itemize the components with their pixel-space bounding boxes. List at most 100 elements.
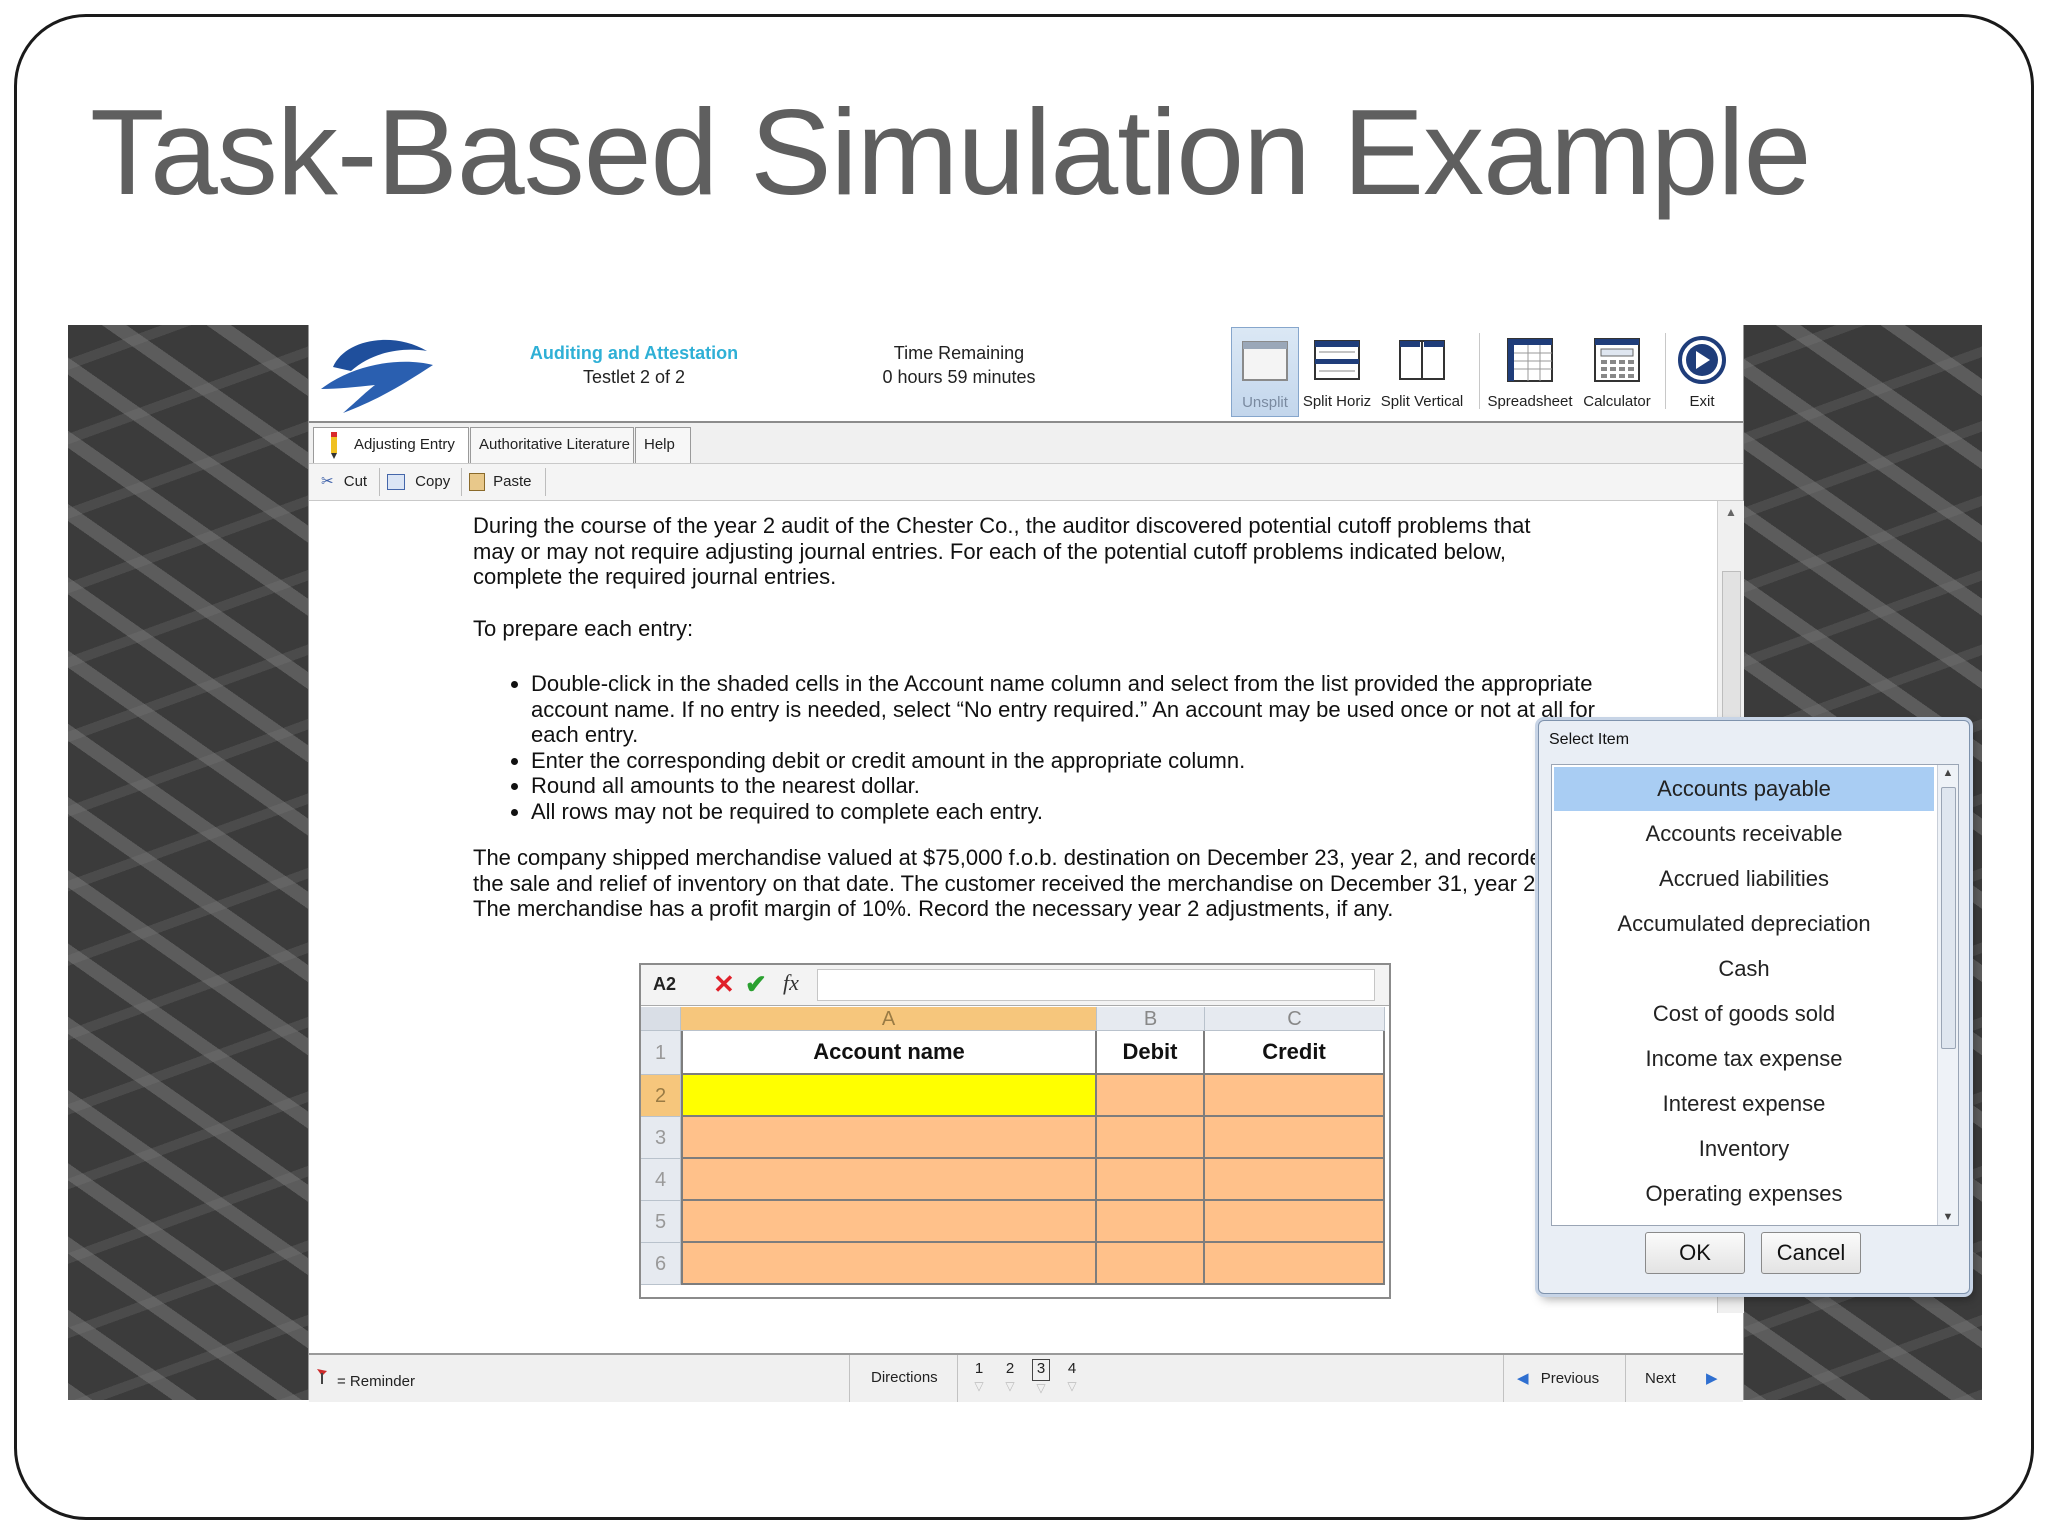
page-flag-icon: ▽ <box>974 1379 984 1393</box>
option-accumulated-depreciation[interactable]: Accumulated depreciation <box>1554 902 1934 946</box>
header-credit: Credit <box>1205 1031 1385 1075</box>
page-number: 1 <box>974 1360 984 1377</box>
row-header[interactable]: 3 <box>641 1117 681 1159</box>
function-fx-icon: fx <box>783 970 799 995</box>
dialog-scrollbar-thumb[interactable] <box>1941 787 1956 1049</box>
scissors-icon: ✂ <box>321 473 334 490</box>
reminder-legend: = Reminder <box>337 1373 415 1390</box>
option-accrued-liabilities[interactable]: Accrued liabilities <box>1554 857 1934 901</box>
footer-divider <box>849 1355 850 1402</box>
account-name-cell[interactable] <box>681 1243 1097 1285</box>
option-accounts-receivable[interactable]: Accounts receivable <box>1554 812 1934 856</box>
scroll-up-arrow-icon[interactable]: ▲ <box>1718 505 1744 519</box>
option-cost-of-goods-sold[interactable]: Cost of goods sold <box>1554 992 1934 1036</box>
scroll-down-arrow-icon[interactable]: ▼ <box>1938 1211 1958 1223</box>
split-vertical-button[interactable]: Split Vertical <box>1377 327 1467 417</box>
tab-adjusting-entry[interactable]: Adjusting Entry <box>313 427 469 463</box>
unsplit-button[interactable]: Unsplit <box>1231 327 1299 417</box>
option-interest-expense[interactable]: Interest expense <box>1554 1082 1934 1126</box>
spreadsheet-button[interactable]: Spreadsheet <box>1485 327 1575 417</box>
row-header[interactable]: 4 <box>641 1159 681 1201</box>
split-vertical-label: Split Vertical <box>1380 393 1464 410</box>
cut-button[interactable]: ✂ Cut <box>321 470 367 494</box>
tab-bar: Adjusting Entry Authoritative Literature… <box>309 423 1743 463</box>
unsplit-label: Unsplit <box>1242 394 1288 411</box>
page-number-current: 3 <box>1032 1359 1050 1381</box>
credit-cell[interactable] <box>1205 1243 1385 1285</box>
instruction-item: Round all amounts to the nearest dollar. <box>531 773 1631 799</box>
next-arrow-icon: ▶ <box>1706 1370 1718 1387</box>
debit-cell[interactable] <box>1097 1075 1205 1117</box>
row-header[interactable]: 1 <box>641 1031 681 1075</box>
account-options-list[interactable]: Accounts payable Accounts receivable Acc… <box>1551 764 1959 1226</box>
header-debit: Debit <box>1097 1031 1205 1075</box>
paste-icon <box>469 473 485 492</box>
page-3-button[interactable]: 3 ▽ <box>1029 1359 1053 1397</box>
copy-button[interactable]: Copy <box>387 470 450 494</box>
instruction-item: All rows may not be required to complete… <box>531 799 1631 825</box>
credit-cell[interactable] <box>1205 1201 1385 1243</box>
prepare-heading: To prepare each entry: <box>473 616 694 641</box>
next-button[interactable]: Next ▶ <box>1645 1369 1718 1387</box>
cancel-x-icon[interactable]: ✕ <box>713 969 735 1000</box>
row-header[interactable]: 6 <box>641 1243 681 1285</box>
copy-label: Copy <box>415 473 451 490</box>
page-4-button[interactable]: 4 ▽ <box>1060 1359 1084 1397</box>
page-2-button[interactable]: 2 ▽ <box>998 1359 1022 1397</box>
credit-cell[interactable] <box>1205 1075 1385 1117</box>
account-name-cell[interactable] <box>681 1159 1097 1201</box>
page-1-button[interactable]: 1 ▽ <box>967 1359 991 1397</box>
ok-button[interactable]: OK <box>1645 1232 1745 1274</box>
dialog-scrollbar[interactable]: ▲ ▼ <box>1937 765 1958 1225</box>
tab-authoritative-literature-label: Authoritative Literature <box>479 436 630 453</box>
page-flag-icon: ▽ <box>1067 1379 1077 1393</box>
tab-help[interactable]: Help <box>635 427 691 463</box>
credit-cell[interactable] <box>1205 1117 1385 1159</box>
formula-input[interactable] <box>817 969 1375 1001</box>
column-header-c[interactable]: C <box>1205 1007 1385 1031</box>
debit-cell[interactable] <box>1097 1243 1205 1285</box>
aicpa-logo-icon <box>321 339 433 413</box>
debit-cell[interactable] <box>1097 1117 1205 1159</box>
option-accounts-payable[interactable]: Accounts payable <box>1554 767 1934 811</box>
row-header[interactable]: 5 <box>641 1201 681 1243</box>
copy-icon <box>387 474 405 491</box>
option-inventory[interactable]: Inventory <box>1554 1127 1934 1171</box>
paste-button[interactable]: Paste <box>469 470 532 494</box>
cell-reference: A2 <box>653 974 677 994</box>
debit-cell[interactable] <box>1097 1201 1205 1243</box>
directions-button[interactable]: Directions <box>871 1369 938 1386</box>
time-remaining-label: Time Remaining <box>893 343 1025 363</box>
confirm-check-icon[interactable]: ✔ <box>745 969 767 1000</box>
column-header-a[interactable]: A <box>681 1007 1097 1031</box>
edit-divider <box>461 468 462 496</box>
spreadsheet-label: Spreadsheet <box>1487 393 1573 410</box>
option-income-tax-expense[interactable]: Income tax expense <box>1554 1037 1934 1081</box>
select-all-corner[interactable] <box>641 1007 681 1031</box>
cancel-button[interactable]: Cancel <box>1761 1232 1861 1274</box>
exit-button[interactable]: Exit <box>1671 327 1733 417</box>
calculator-button[interactable]: Calculator <box>1579 327 1655 417</box>
scroll-up-arrow-icon[interactable]: ▲ <box>1938 767 1958 779</box>
previous-button[interactable]: ◀ Previous <box>1517 1369 1599 1387</box>
unsplit-icon <box>1242 341 1288 381</box>
debit-cell[interactable] <box>1097 1159 1205 1201</box>
previous-arrow-icon: ◀ <box>1517 1370 1529 1387</box>
split-horizontal-button[interactable]: Split Horiz <box>1301 327 1373 417</box>
option-cash[interactable]: Cash <box>1554 947 1934 991</box>
account-name-cell[interactable] <box>681 1117 1097 1159</box>
time-remaining-value: 0 hours 59 minutes <box>882 367 1036 387</box>
footer-divider <box>1625 1355 1626 1402</box>
tab-authoritative-literature[interactable]: Authoritative Literature <box>470 427 634 463</box>
account-name-cell[interactable] <box>681 1201 1097 1243</box>
spreadsheet-icon <box>1507 338 1553 382</box>
edit-toolbar: ✂ Cut Copy Paste <box>309 463 1743 501</box>
account-name-cell-a2[interactable] <box>681 1075 1097 1117</box>
page-number: 4 <box>1067 1360 1077 1377</box>
credit-cell[interactable] <box>1205 1159 1385 1201</box>
column-header-b[interactable]: B <box>1097 1007 1205 1031</box>
formula-bar: A2 ✕ ✔ fx <box>641 965 1389 1006</box>
option-operating-expenses[interactable]: Operating expenses <box>1554 1172 1934 1216</box>
page-number: 2 <box>1005 1360 1015 1377</box>
row-header[interactable]: 2 <box>641 1075 681 1117</box>
